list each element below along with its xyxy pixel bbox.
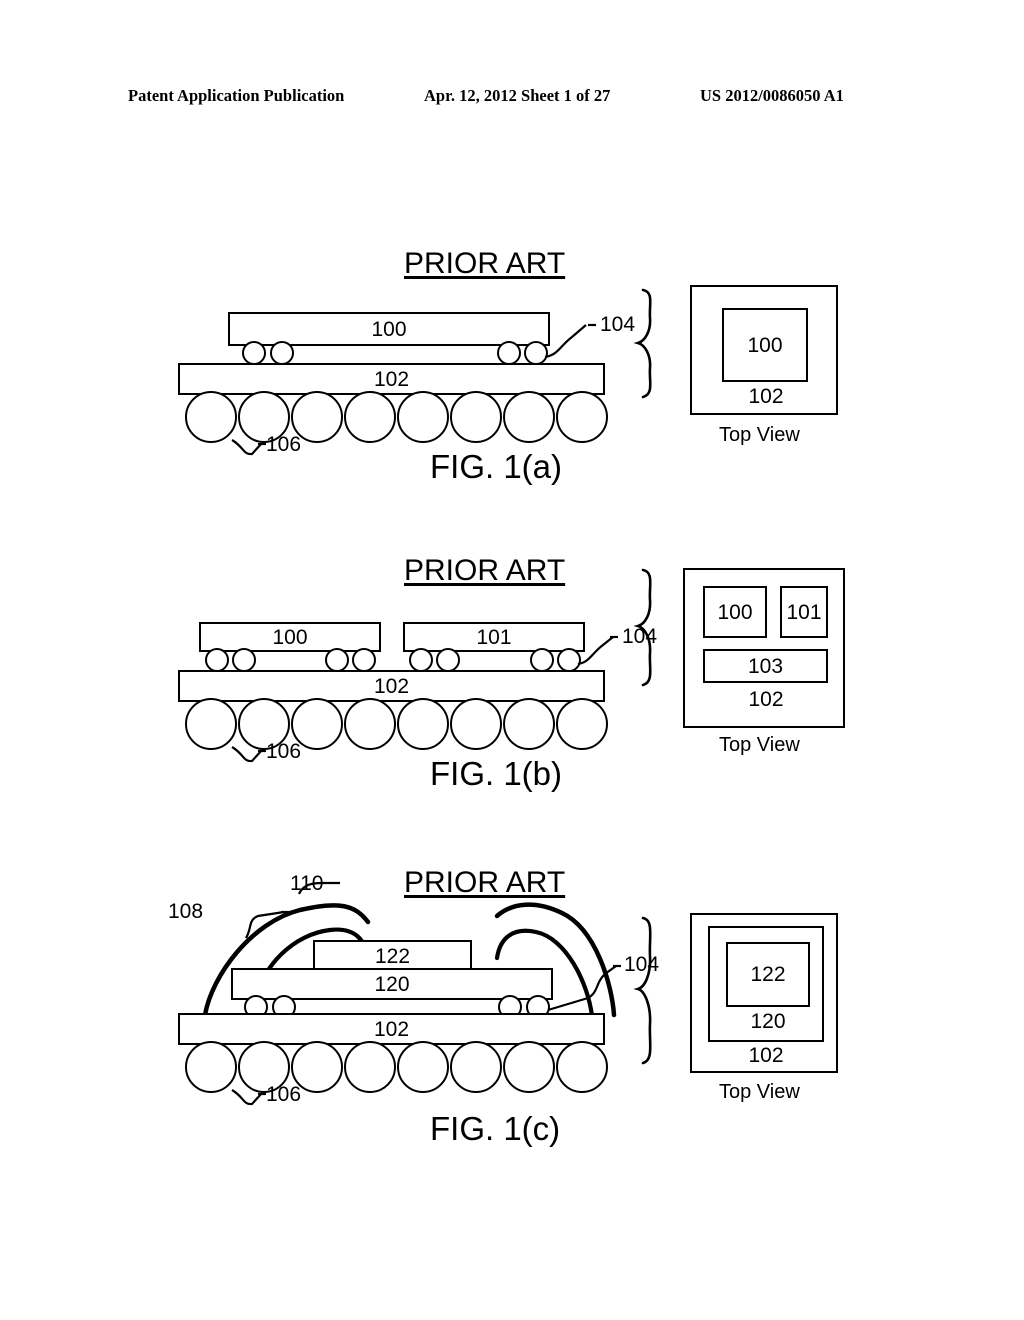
ref-104-1c: 104	[624, 953, 660, 976]
top-view-outer-102-label-1c: 102	[748, 1044, 784, 1067]
publication-header: Patent Application Publication Apr. 12, …	[0, 86, 1024, 112]
top-view-outer-102-1a: 100 102	[690, 285, 838, 415]
solder-ball-106-1b-1	[185, 698, 237, 750]
bump-104-1b-8	[557, 648, 581, 672]
top-view-box-101-1b: 101	[780, 586, 828, 638]
figure-caption-1c: FIG. 1(c)	[430, 1110, 561, 1147]
bump-104-1b-3	[325, 648, 349, 672]
solder-ball-106-1a-7	[503, 391, 555, 443]
substrate-102-label-1c: 102	[373, 1017, 410, 1041]
top-view-caption-1c: Top View	[719, 1081, 800, 1103]
top-view-inner-100-1a: 100	[722, 308, 808, 382]
figure-caption-1b: FIG. 1(b)	[430, 755, 563, 792]
bump-104-1b-5	[409, 648, 433, 672]
bump-104-1a-1	[242, 341, 266, 365]
solder-ball-106-1c-8	[556, 1041, 608, 1093]
solder-ball-106-1b-5	[397, 698, 449, 750]
top-view-box-103-1b: 103	[703, 649, 828, 683]
die-122-label-1c: 122	[374, 944, 411, 968]
prior-art-label-1b: PRIOR ART	[404, 554, 566, 587]
solder-ball-106-1a-8	[556, 391, 608, 443]
die-100-label-1a: 100	[371, 317, 407, 341]
top-view-inner-100-label-1a: 100	[747, 333, 783, 357]
top-view-middle-120-1c: 122 120	[708, 926, 824, 1042]
prior-art-label-1c: PRIOR ART	[404, 866, 566, 899]
prior-art-label-1a: PRIOR ART	[404, 247, 566, 280]
bump-104-1b-4	[352, 648, 376, 672]
substrate-102-label-1a: 102	[373, 367, 410, 391]
substrate-102-label-1b: 102	[373, 674, 410, 698]
solder-ball-106-1c-4	[344, 1041, 396, 1093]
solder-ball-106-1c-6	[450, 1041, 502, 1093]
top-view-middle-120-label-1c: 120	[750, 1010, 786, 1033]
solder-ball-106-1c-7	[503, 1041, 555, 1093]
figure-caption-1a: FIG. 1(a)	[430, 448, 563, 485]
die-100-label-1b: 100	[272, 625, 308, 649]
solder-ball-106-1a-1	[185, 391, 237, 443]
header-date-sheet: Apr. 12, 2012 Sheet 1 of 27	[424, 86, 611, 105]
die-101-1b: 101	[403, 622, 585, 652]
ref-106-1c: 106	[266, 1083, 302, 1106]
interposer-120-label-1c: 120	[374, 972, 410, 996]
top-view-caption-1a: Top View	[719, 424, 800, 446]
solder-ball-106-1b-8	[556, 698, 608, 750]
substrate-102-1b: 102	[178, 670, 605, 702]
solder-ball-106-1b-7	[503, 698, 555, 750]
top-view-inner-122-1c: 122	[726, 942, 810, 1007]
top-view-outer-102-1b: 100 101 103 102	[683, 568, 845, 728]
die-100-1b: 100	[199, 622, 381, 652]
solder-ball-106-1b-6	[450, 698, 502, 750]
top-view-box-101-label-1b: 101	[786, 600, 822, 624]
die-101-label-1b: 101	[476, 625, 512, 649]
bump-104-1a-4	[524, 341, 548, 365]
ref-110-1c: 110	[290, 872, 324, 895]
top-view-outer-102-label-1a: 102	[748, 385, 784, 408]
bump-104-1a-2	[270, 341, 294, 365]
top-view-outer-102-label-1b: 102	[748, 688, 784, 711]
solder-ball-106-1a-4	[344, 391, 396, 443]
solder-ball-106-1b-4	[344, 698, 396, 750]
top-view-box-100-label-1b: 100	[717, 600, 753, 624]
bump-104-1a-3	[497, 341, 521, 365]
top-view-box-103-label-1b: 103	[747, 654, 784, 678]
solder-ball-106-1c-1	[185, 1041, 237, 1093]
header-publication-type: Patent Application Publication	[128, 86, 345, 105]
top-view-inner-122-label-1c: 122	[750, 963, 786, 986]
solder-ball-106-1c-5	[397, 1041, 449, 1093]
substrate-102-1c: 102	[178, 1013, 605, 1045]
ref-104-1a: 104	[600, 313, 636, 336]
ref-106-1a: 106	[266, 433, 302, 456]
bump-104-1b-1	[205, 648, 229, 672]
bump-104-1b-2	[232, 648, 256, 672]
die-100-1a: 100	[228, 312, 550, 346]
ref-108-1c: 108	[168, 900, 204, 923]
top-view-outer-102-1c: 122 120 102	[690, 913, 838, 1073]
bump-104-1b-6	[436, 648, 460, 672]
top-view-box-100-1b: 100	[703, 586, 767, 638]
top-view-caption-1b: Top View	[719, 734, 800, 756]
ref-104-1b: 104	[622, 625, 658, 648]
substrate-102-1a: 102	[178, 363, 605, 395]
header-document-number: US 2012/0086050 A1	[700, 86, 844, 105]
solder-ball-106-1a-5	[397, 391, 449, 443]
ref-106-1b: 106	[266, 740, 302, 763]
solder-ball-106-1a-6	[450, 391, 502, 443]
bump-104-1b-7	[530, 648, 554, 672]
